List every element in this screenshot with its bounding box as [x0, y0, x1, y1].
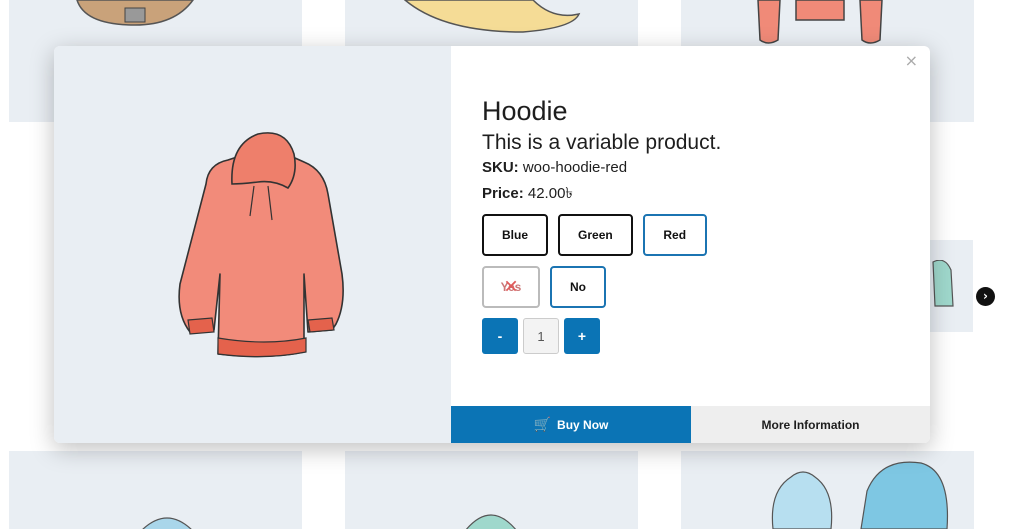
chevron-right-icon[interactable]: ›	[976, 287, 995, 306]
hoodie-image-green	[932, 260, 954, 307]
price-value: 42.00৳	[527, 185, 573, 202]
product-tile-beanie-blue[interactable]	[9, 451, 302, 529]
quantity-stepper: - 1 +	[482, 318, 910, 354]
product-tile-beanie-green[interactable]	[345, 451, 638, 529]
logo-option-no[interactable]: No	[550, 266, 606, 308]
color-option-blue[interactable]: Blue	[482, 214, 549, 256]
color-option-red[interactable]: Red	[642, 214, 707, 256]
beanie-image-blue	[142, 517, 192, 529]
color-option-green[interactable]: Green	[558, 214, 633, 256]
logo-option-yes: Yes ✕	[482, 266, 540, 308]
buy-now-button[interactable]: 🛒 Buy Now	[451, 406, 691, 443]
sku-label: SKU:	[482, 159, 519, 176]
product-description: This is a variable product.	[482, 131, 722, 154]
logo-options: Yes ✕ No	[482, 266, 910, 308]
product-sku: SKU: woo-hoodie-red	[482, 158, 910, 178]
sku-value: woo-hoodie-red	[522, 159, 628, 176]
belt-image	[76, 0, 194, 26]
quantity-input[interactable]: 1	[523, 318, 559, 354]
buy-now-label: Buy Now	[557, 417, 609, 432]
hoodie-beanie-image	[771, 461, 949, 529]
page: › × Hoodie This is a variable product. S…	[0, 0, 1024, 529]
cart-icon: 🛒	[533, 416, 552, 433]
product-details: Hoodie This is a variable product. SKU: …	[482, 94, 910, 354]
quick-view-modal: × Hoodie This is a variable product. SKU…	[54, 46, 930, 443]
hoodie-product-image	[178, 132, 344, 358]
product-price: Price: 42.00৳	[482, 184, 910, 204]
beanie-image-green	[466, 514, 516, 529]
price-label: Price:	[482, 185, 524, 202]
more-information-button[interactable]: More Information	[691, 406, 930, 443]
product-tile-hoodie-beanie[interactable]	[681, 451, 974, 529]
product-tile-hoodie-green[interactable]	[925, 240, 973, 332]
close-icon[interactable]: ×	[905, 51, 918, 70]
product-title: Hoodie	[482, 96, 568, 126]
quantity-increase-button[interactable]: +	[564, 318, 600, 354]
cap-image	[403, 0, 581, 33]
quantity-decrease-button[interactable]: -	[482, 318, 518, 354]
hoodie-image-top	[757, 0, 883, 44]
color-options: Blue Green Red	[482, 214, 910, 256]
product-image-panel	[54, 46, 451, 443]
unavailable-cross-icon: ✕	[503, 276, 519, 298]
product-info-panel: × Hoodie This is a variable product. SKU…	[451, 46, 930, 443]
modal-footer: 🛒 Buy Now More Information	[451, 406, 930, 443]
